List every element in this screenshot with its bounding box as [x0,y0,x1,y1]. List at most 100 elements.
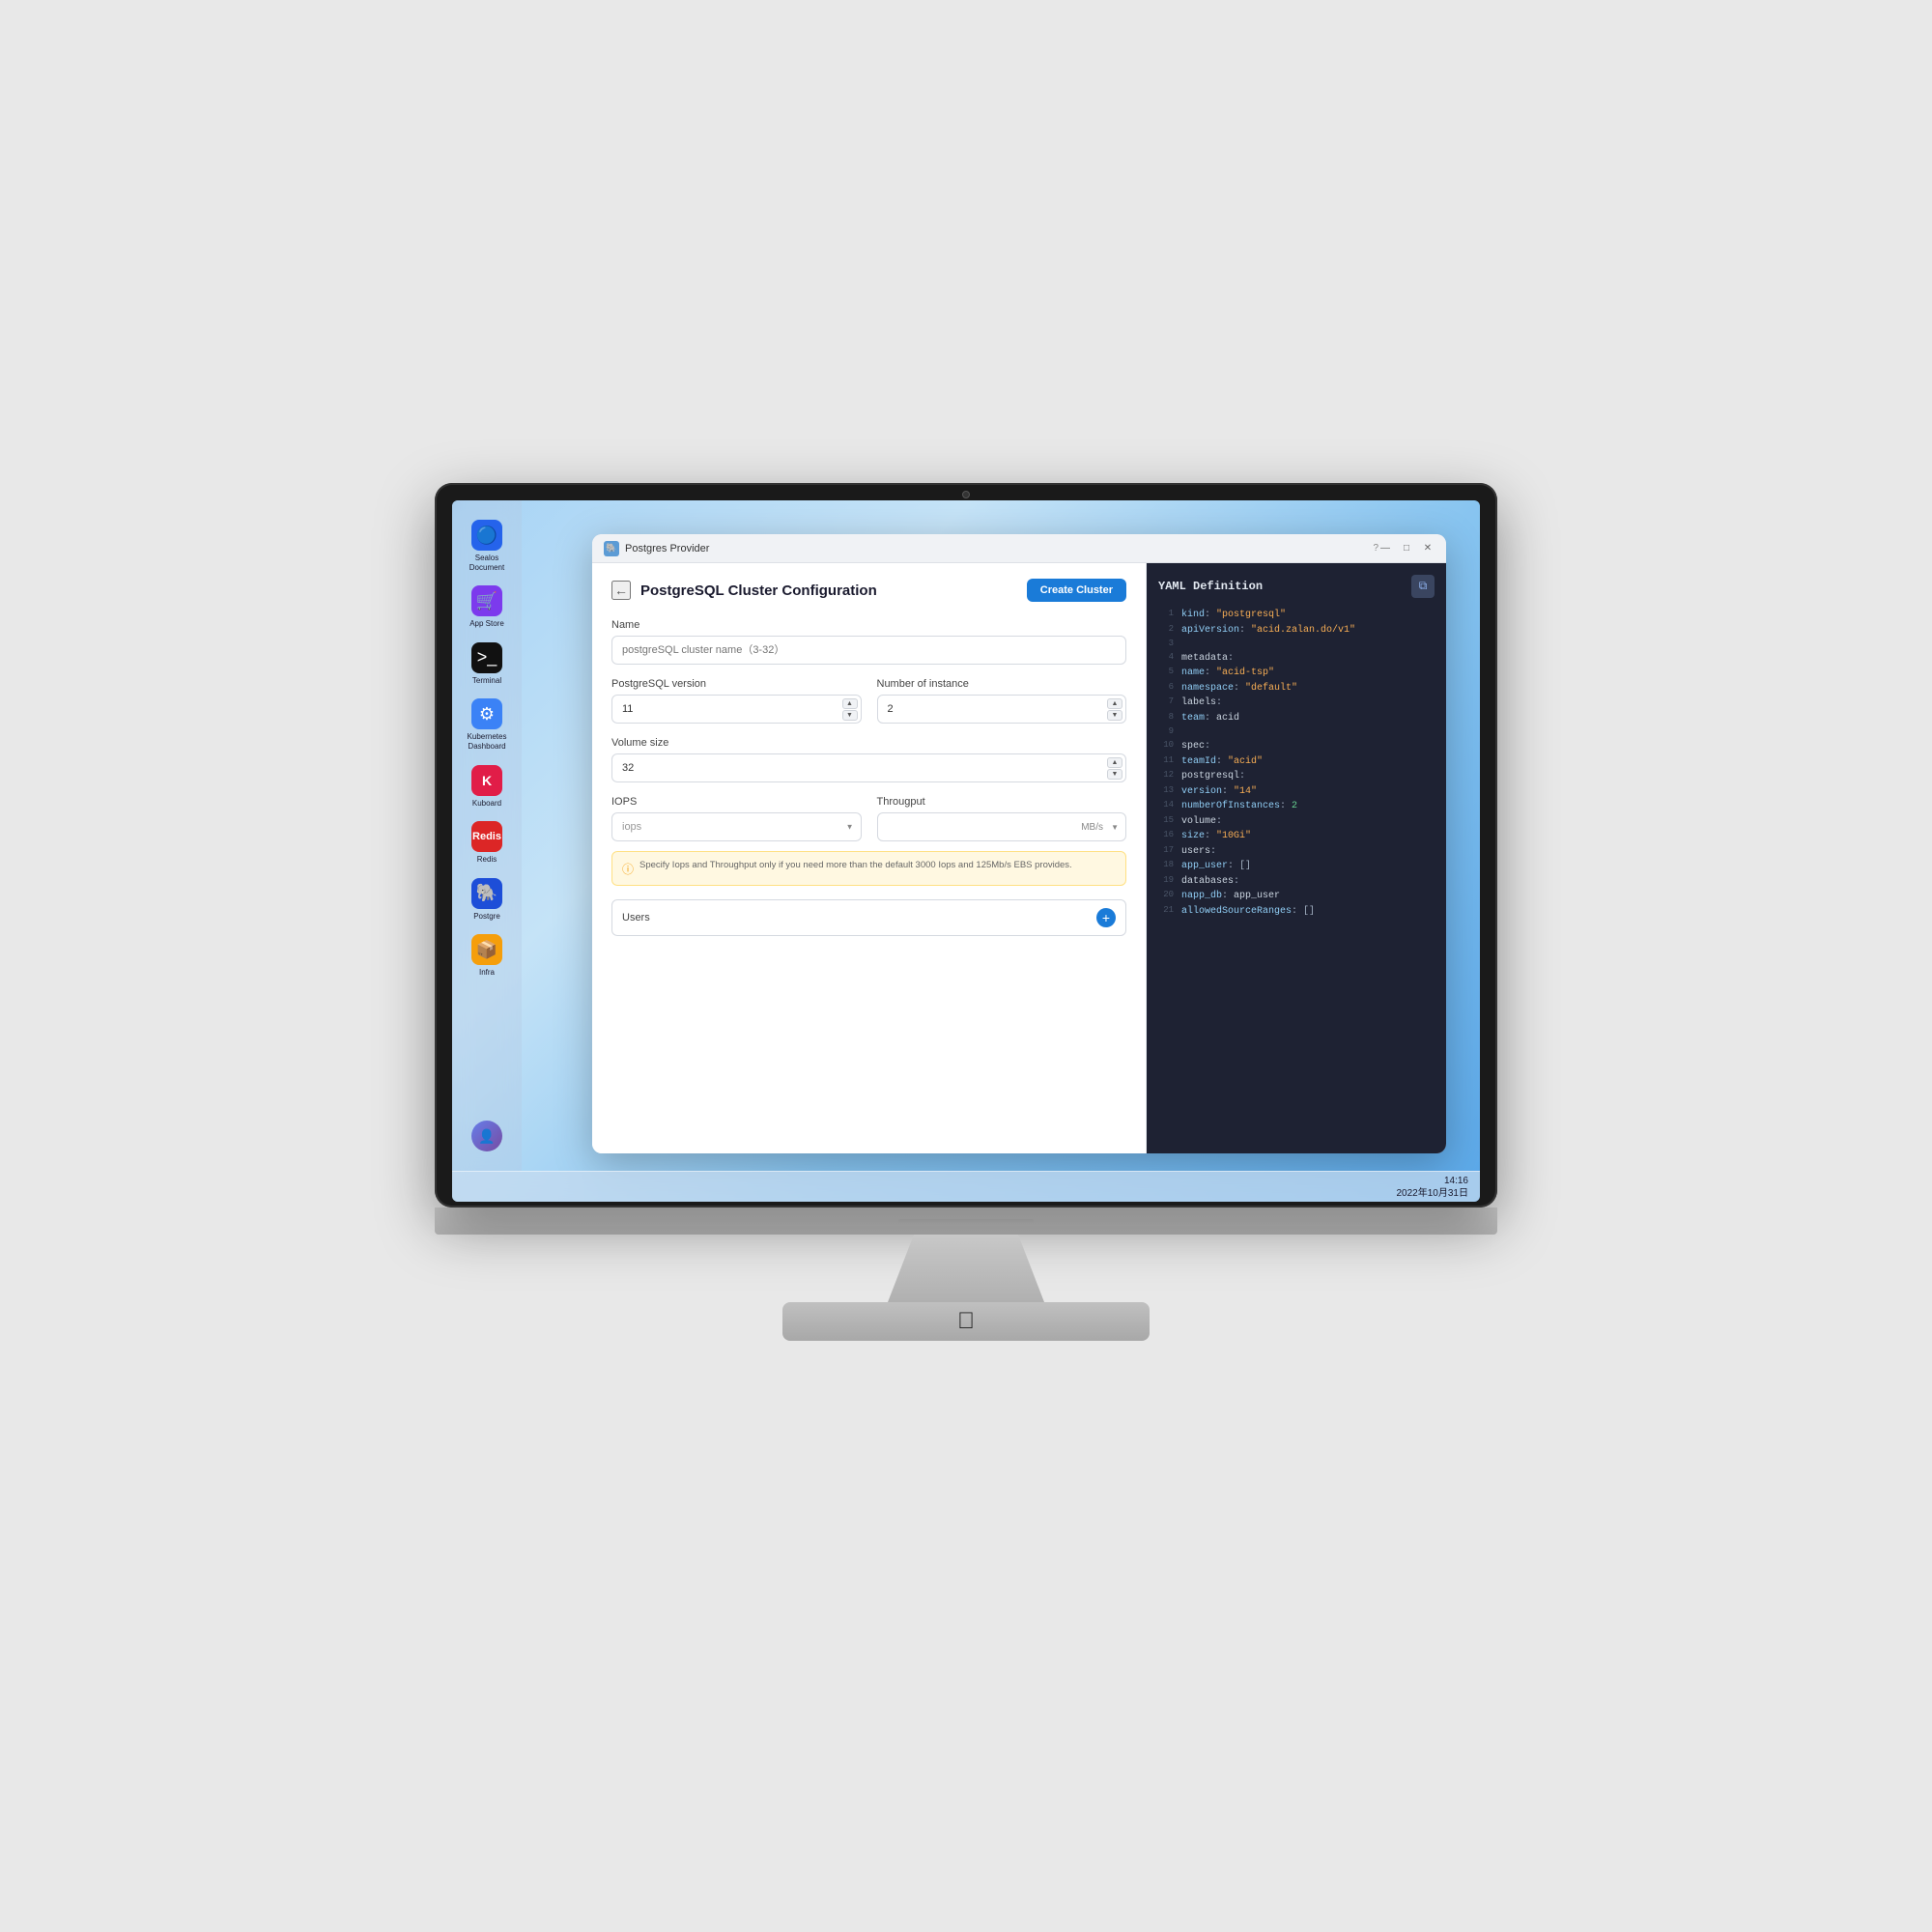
yaml-line-number: 20 [1158,889,1174,904]
instances-arrows: ▲ ▼ [1107,698,1122,721]
volume-size-down[interactable]: ▼ [1107,769,1122,780]
throughput-label: Througput [877,796,1127,808]
volume-size-spinner: ▲ ▼ [611,753,1126,782]
yaml-line: 3 [1158,638,1435,651]
maximize-button[interactable]: □ [1400,542,1413,555]
form-panel: ← PostgreSQL Cluster Configuration Creat… [592,563,1147,1153]
throughput-input[interactable] [877,812,1127,841]
pg-version-spinner: ▲ ▼ [611,695,862,724]
sidebar-item-label: Sealos Document [464,554,510,572]
apple-logo-icon:  [957,1310,975,1333]
users-add-button[interactable]: + [1096,908,1116,927]
redis-icon: Redis [471,821,502,852]
yaml-line: 7 labels: [1158,696,1435,711]
yaml-line-content: spec: [1181,739,1210,754]
yaml-line-number: 18 [1158,859,1174,874]
yaml-line-content: users: [1181,844,1216,860]
yaml-line-number: 16 [1158,829,1174,844]
name-input[interactable] [611,636,1126,665]
sidebar-item-kubernetes[interactable]: ⚙ Kubernetes Dashboard [460,695,514,754]
pg-version-input[interactable] [611,695,862,724]
yaml-line-number: 1 [1158,608,1174,623]
iops-select-wrapper: iops ▼ [611,812,862,841]
sidebar-item-postgre[interactable]: 🐘 Postgre [460,874,514,925]
sidebar-item-label: App Store [469,619,504,629]
imac-shell: 🔵 Sealos Document 🛒 App Store >_ Termina… [435,483,1497,1449]
volume-size-up[interactable]: ▲ [1107,757,1122,768]
sealos-doc-icon: 🔵 [471,520,502,551]
yaml-line: 6 namespace: "default" [1158,681,1435,696]
pg-version-down[interactable]: ▼ [842,710,858,721]
back-button[interactable]: ← [611,581,631,600]
terminal-icon: >_ [471,642,502,673]
dialog-content: ← PostgreSQL Cluster Configuration Creat… [592,563,1446,1153]
info-text: Specify Iops and Throughput only if you … [639,860,1072,870]
yaml-line-content: allowedSourceRanges: [] [1181,904,1315,920]
yaml-line: 10spec: [1158,739,1435,754]
yaml-line-content: teamId: "acid" [1181,754,1263,770]
pg-version-up[interactable]: ▲ [842,698,858,709]
iops-group: IOPS iops ▼ [611,796,862,841]
sidebar-item-redis[interactable]: Redis Redis [460,817,514,868]
users-label: Users [622,912,650,923]
iops-throughput-row: IOPS iops ▼ Througput [611,796,1126,841]
yaml-panel: YAML Definition ⧉ 1kind: "postgresql"2ap… [1147,563,1446,1153]
yaml-line: 19 databases: [1158,874,1435,890]
yaml-line-content: version: "14" [1181,784,1257,800]
sidebar-item-label: Kubernetes Dashboard [464,732,510,751]
instances-down[interactable]: ▼ [1107,710,1122,721]
screen: 🔵 Sealos Document 🛒 App Store >_ Termina… [452,500,1480,1202]
dialog-titlebar: 🐘 Postgres Provider ? — □ ✕ [592,534,1446,563]
yaml-line-number: 11 [1158,754,1174,770]
sidebar-item-app-store[interactable]: 🛒 App Store [460,582,514,633]
yaml-line-number: 21 [1158,904,1174,920]
yaml-line-number: 5 [1158,666,1174,681]
infra-icon: 📦 [471,934,502,965]
stand-neck [879,1235,1053,1302]
minimize-button[interactable]: — [1378,542,1392,555]
pg-version-label: PostgreSQL version [611,678,862,690]
yaml-line-content: numberOfInstances: 2 [1181,799,1297,814]
yaml-line-content: size: "10Gi" [1181,829,1251,844]
iops-select[interactable]: iops [611,812,862,841]
sidebar-item-infra[interactable]: 📦 Infra [460,930,514,981]
yaml-line: 17 users: [1158,844,1435,860]
close-button[interactable]: ✕ [1421,542,1435,555]
yaml-line-content: napp_db: app_user [1181,889,1280,904]
create-cluster-button[interactable]: Create Cluster [1027,579,1126,602]
users-section: Users + [611,899,1126,936]
yaml-line: 16 size: "10Gi" [1158,829,1435,844]
taskbar-date: 2022年10月31日 [1397,1187,1469,1200]
yaml-line: 20 napp_db: app_user [1158,889,1435,904]
user-avatar-item[interactable]: 👤 [460,1117,514,1155]
sidebar-item-kuboard[interactable]: K Kuboard [460,761,514,812]
yaml-line-number: 13 [1158,784,1174,800]
name-label: Name [611,619,1126,631]
yaml-line-number: 14 [1158,799,1174,814]
yaml-line-content: databases: [1181,874,1239,890]
screen-bezel: 🔵 Sealos Document 🛒 App Store >_ Termina… [435,483,1497,1208]
avatar: 👤 [471,1121,502,1151]
kubernetes-icon: ⚙ [471,698,502,729]
volume-size-input[interactable] [611,753,1126,782]
yaml-line-number: 8 [1158,711,1174,726]
instances-input[interactable] [877,695,1127,724]
yaml-line: 21 allowedSourceRanges: [] [1158,904,1435,920]
sidebar-item-terminal[interactable]: >_ Terminal [460,639,514,690]
postgre-icon: 🐘 [471,878,502,909]
sidebar-item-label: Terminal [472,676,501,686]
instances-up[interactable]: ▲ [1107,698,1122,709]
yaml-line: 14 numberOfInstances: 2 [1158,799,1435,814]
yaml-line: 9 [1158,725,1435,739]
yaml-line-number: 9 [1158,725,1174,739]
yaml-copy-button[interactable]: ⧉ [1411,575,1435,598]
yaml-line-content: namespace: "default" [1181,681,1297,696]
yaml-line: 15 volume: [1158,814,1435,830]
yaml-line-number: 7 [1158,696,1174,711]
dialog-title: Postgres Provider [625,543,1369,554]
throughput-group: Througput MB/s ▼ [877,796,1127,841]
yaml-lines: 1kind: "postgresql"2apiVersion: "acid.za… [1158,608,1435,919]
volume-size-arrows: ▲ ▼ [1107,757,1122,780]
version-instances-row: PostgreSQL version ▲ ▼ [611,678,1126,724]
sidebar-item-sealos-doc[interactable]: 🔵 Sealos Document [460,516,514,576]
